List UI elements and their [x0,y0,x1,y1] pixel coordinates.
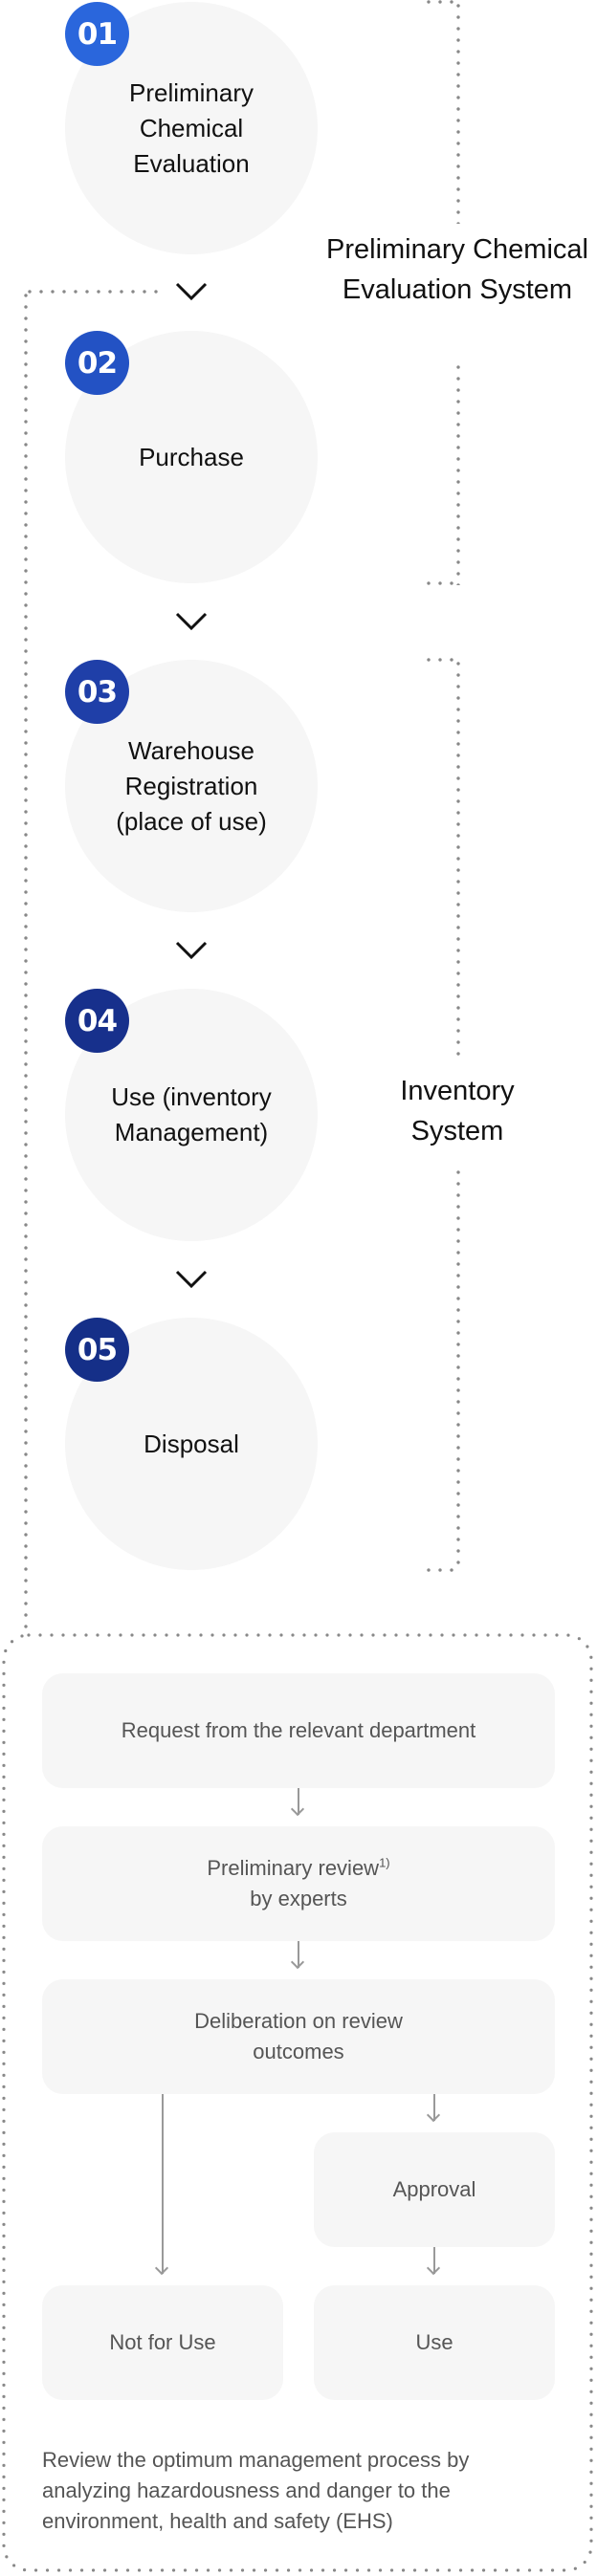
step-badge: 04 [65,989,129,1053]
step-circle: Use (inventory Management) 04 [65,989,318,1241]
bracket-prelim-line-lower [456,361,460,585]
process-approval-text: Approval [392,2177,476,2201]
bracket-inventory-top [423,658,461,662]
bracket-prelim-bottom [423,581,461,585]
bracket-inventory-line-lower [456,1167,460,1572]
process-deliberation-text: Deliberation on review outcomes [194,2009,403,2063]
process-request-text: Request from the relevant department [121,1718,476,1742]
bracket-prelim-line-upper [456,0,460,224]
process-review-line2: by experts [250,1887,347,1910]
process-box-review: Preliminary review1) by experts [42,1826,555,1941]
connector-left-line [24,290,28,1636]
process-use-text: Use [415,2330,453,2354]
chevron-down-icon [175,1270,208,1289]
process-note: Review the optimum management process by… [42,2448,470,2533]
chevron-down-icon [175,612,208,631]
step-badge: 05 [65,1318,129,1382]
step-circle: Warehouse Registration (place of use) 03 [65,660,318,912]
arrow-down-icon [162,2094,164,2274]
process-not-for-use-text: Not for Use [109,2330,216,2354]
process-box-approval: Approval [314,2132,555,2247]
arrow-down-icon [433,2094,435,2121]
process-review-text: Preliminary review [207,1856,380,1880]
arrow-down-icon [298,1941,299,1968]
process-box-not-for-use: Not for Use [42,2285,283,2400]
step-badge: 03 [65,660,129,724]
bracket-prelim-top [423,0,461,4]
bracket-inventory-line-upper [456,658,460,1063]
process-box-request: Request from the relevant department [42,1673,555,1788]
chevron-down-icon [175,282,208,301]
step-badge: 02 [65,331,129,395]
arrow-down-icon [433,2247,435,2274]
step-circle: Disposal 05 [65,1318,318,1570]
process-box-use: Use [314,2285,555,2400]
step-badge: 01 [65,2,129,66]
system-label-inventory: Inventory System [400,1076,515,1146]
process-box-deliberation: Deliberation on review outcomes [42,1979,555,2094]
system-label-preliminary: Preliminary Chemical Evaluation System [326,234,588,305]
step-circle: Preliminary Chemical Evaluation 01 [65,2,318,254]
bracket-inventory-bottom [423,1568,461,1572]
connector-left-top [24,290,158,294]
footnote-marker: 1) [379,1855,390,1870]
chevron-down-icon [175,941,208,960]
arrow-down-icon [298,1788,299,1815]
step-circle: Purchase 02 [65,331,318,583]
